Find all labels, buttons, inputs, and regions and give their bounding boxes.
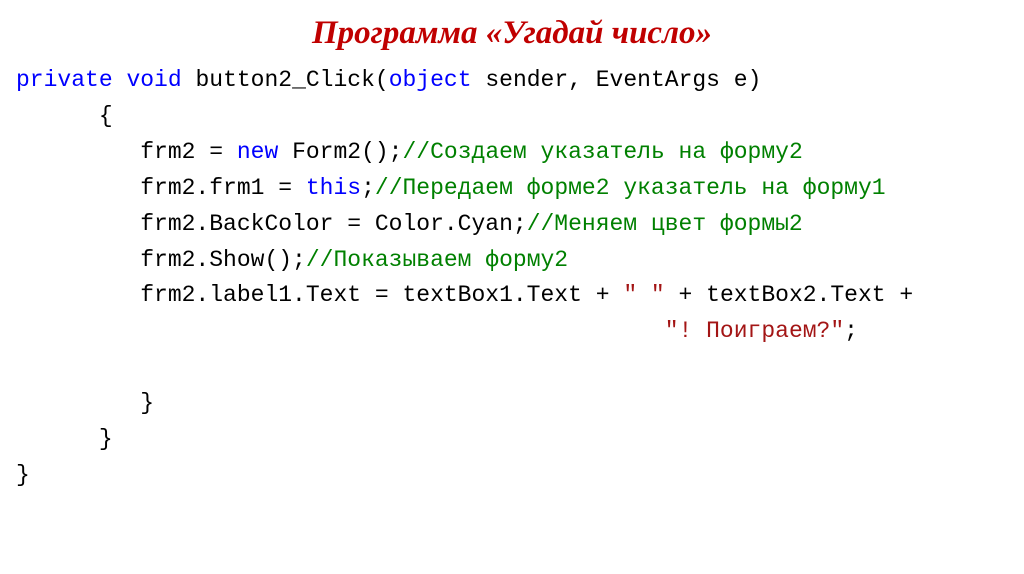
line3a: frm2 = xyxy=(16,139,237,165)
line7a: frm2.label1.Text = textBox1.Text + xyxy=(16,282,623,308)
signature-rest: sender, EventArgs e) xyxy=(472,67,762,93)
slide-title: Программа «Угадай число» xyxy=(16,8,1008,59)
brace-close-3: } xyxy=(16,462,30,488)
line8-pad xyxy=(16,318,665,344)
line3b: Form2(); xyxy=(278,139,402,165)
keyword-object: object xyxy=(389,67,472,93)
brace-open: { xyxy=(16,103,113,129)
code-block: private void button2_Click(object sender… xyxy=(16,63,1008,494)
string-space: " " xyxy=(623,282,664,308)
line7b: + textBox2.Text + xyxy=(665,282,913,308)
comment-2: //Передаем форме2 указатель на форму1 xyxy=(375,175,886,201)
brace-close-2: } xyxy=(16,426,113,452)
line6a: frm2.Show(); xyxy=(16,247,306,273)
method-name: button2_Click( xyxy=(182,67,389,93)
line8-semi: ; xyxy=(844,318,858,344)
line4a: frm2.frm1 = xyxy=(16,175,306,201)
line5a: frm2.BackColor = Color.Cyan; xyxy=(16,211,527,237)
brace-close-1: } xyxy=(16,390,154,416)
keyword-void: void xyxy=(126,67,181,93)
comment-1: //Создаем указатель на форму2 xyxy=(403,139,803,165)
string-play: "! Поиграем?" xyxy=(665,318,844,344)
keyword-private: private xyxy=(16,67,113,93)
keyword-this: this xyxy=(306,175,361,201)
comment-4: //Показываем форму2 xyxy=(306,247,568,273)
comment-3: //Меняем цвет формы2 xyxy=(527,211,803,237)
line4b: ; xyxy=(361,175,375,201)
keyword-new: new xyxy=(237,139,278,165)
